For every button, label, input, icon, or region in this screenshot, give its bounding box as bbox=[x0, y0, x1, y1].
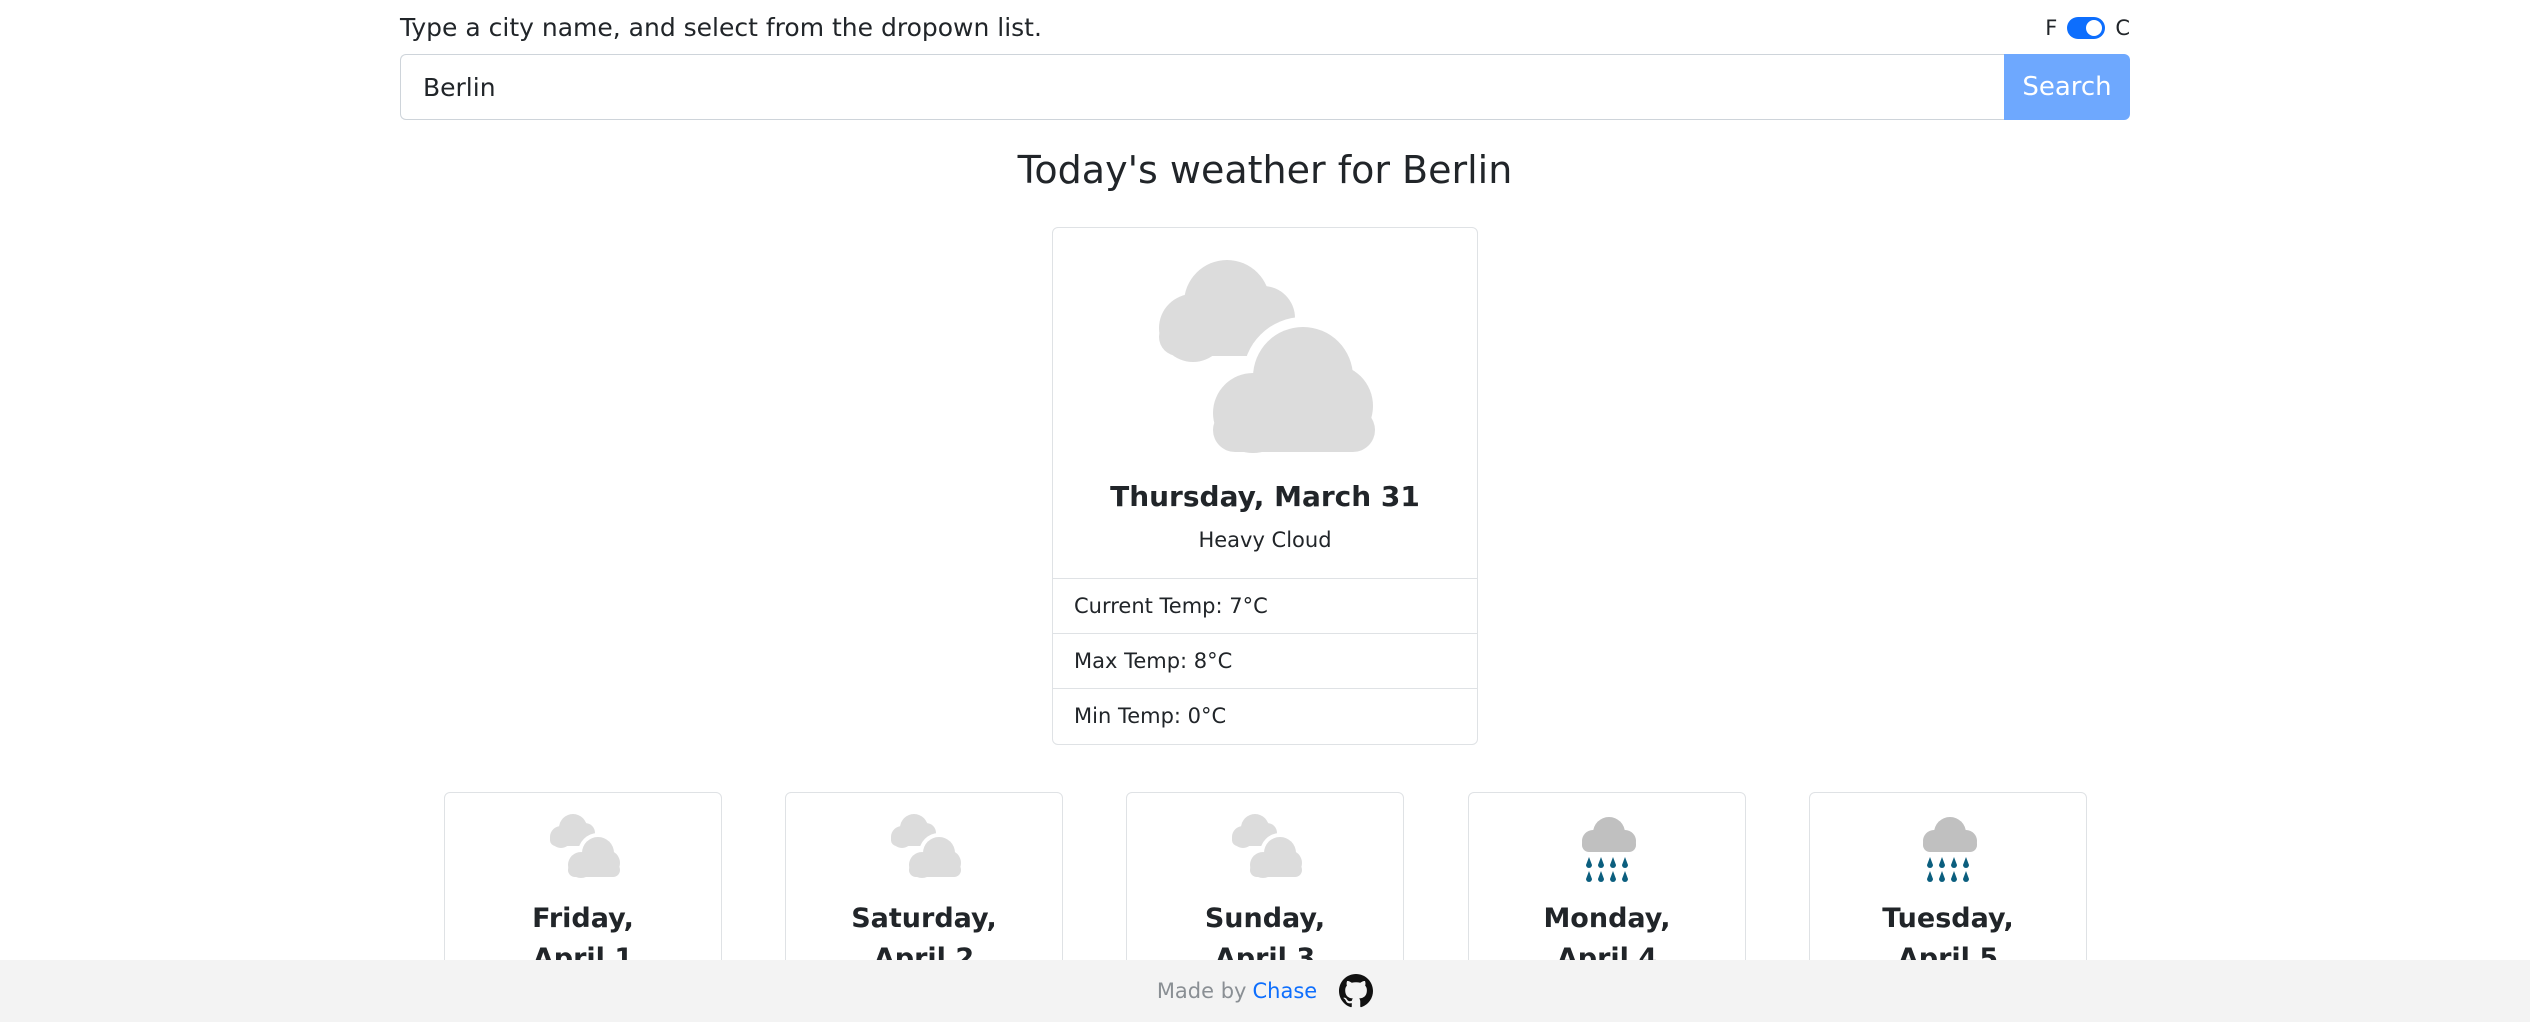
min-temp: Min Temp: 0°C bbox=[1053, 688, 1477, 743]
unit-label-c: C bbox=[2115, 16, 2130, 40]
footer-text: Made by bbox=[1156, 979, 1247, 1003]
switch-knob bbox=[2086, 20, 2103, 36]
forecast-day: Monday, bbox=[1543, 903, 1671, 934]
temperature-list: Current Temp: 7°C Max Temp: 8°C Min Temp… bbox=[1053, 578, 1477, 743]
heavy-rain-icon bbox=[1582, 817, 1636, 882]
today-date: Thursday, March 31 bbox=[1110, 480, 1420, 513]
search-button[interactable]: Search bbox=[2004, 54, 2130, 120]
header-row: Type a city name, and select from the dr… bbox=[400, 12, 2130, 44]
page-title: Today's weather for Berlin bbox=[1017, 148, 1513, 192]
forecast-day: Saturday, bbox=[851, 903, 997, 934]
footer: Made by Chase bbox=[0, 960, 2530, 1022]
github-icon[interactable] bbox=[1339, 974, 1374, 1008]
forecast-card: Sunday, April 3 bbox=[1126, 792, 1404, 982]
weather-description: Heavy Cloud bbox=[1198, 528, 1332, 552]
author-link[interactable]: Chase bbox=[1252, 979, 1317, 1003]
forecast-card: Tuesday, April 5 bbox=[1809, 792, 2087, 982]
max-temp: Max Temp: 8°C bbox=[1053, 633, 1477, 688]
forecast-day: Tuesday, bbox=[1882, 903, 2014, 934]
current-temp: Current Temp: 7°C bbox=[1053, 578, 1477, 633]
forecast-card: Saturday, April 2 bbox=[785, 792, 1063, 982]
heavy-rain-icon bbox=[1923, 817, 1977, 882]
forecast-day: Friday, bbox=[532, 903, 634, 934]
today-weather-card: Thursday, March 31 Heavy Cloud Current T… bbox=[1052, 227, 1478, 745]
heavy-cloud-icon bbox=[550, 814, 621, 882]
heavy-cloud-icon bbox=[1159, 260, 1375, 454]
unit-switch[interactable] bbox=[2067, 17, 2106, 39]
unit-toggle[interactable]: F C bbox=[2045, 16, 2130, 40]
city-search-input[interactable] bbox=[400, 54, 2004, 120]
search-bar: Search bbox=[400, 54, 2130, 120]
search-instructions: Type a city name, and select from the dr… bbox=[400, 13, 1042, 42]
unit-label-f: F bbox=[2045, 16, 2058, 40]
heavy-cloud-icon bbox=[1232, 814, 1303, 882]
forecast-day: Sunday, bbox=[1204, 903, 1326, 934]
forecast-card: Friday, April 1 bbox=[444, 792, 722, 982]
heavy-cloud-icon bbox=[891, 814, 962, 882]
forecast-card: Monday, April 4 bbox=[1468, 792, 1746, 982]
